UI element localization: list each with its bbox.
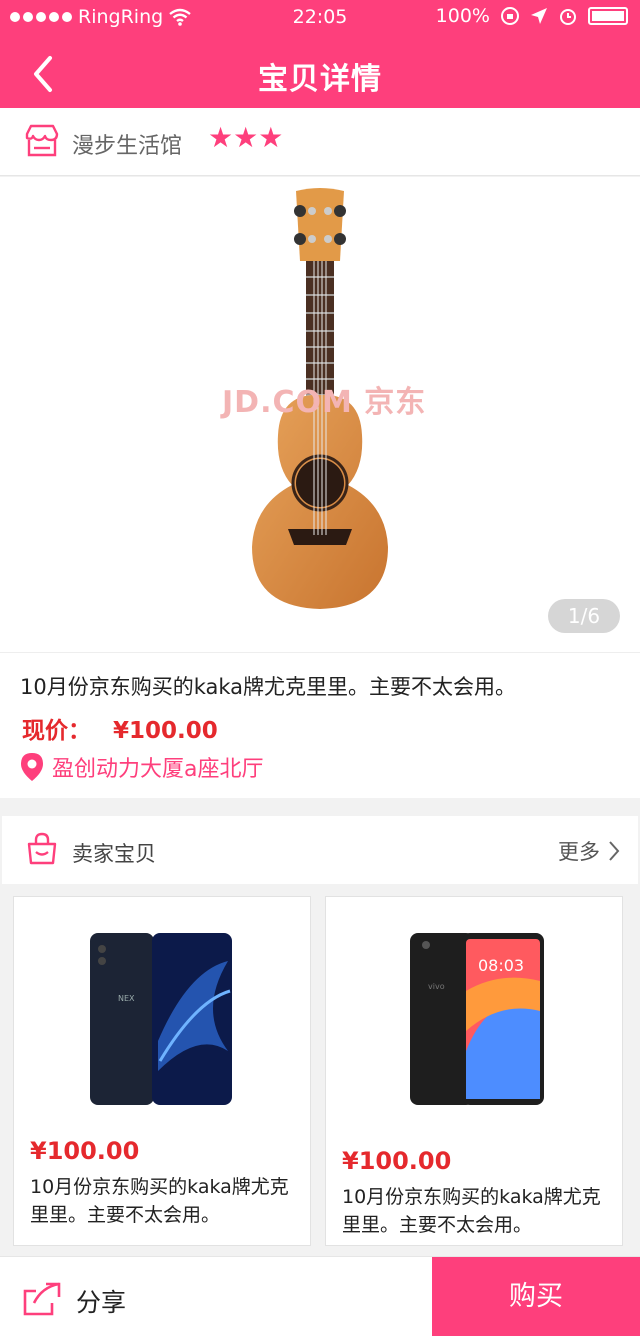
image-pager: 1/6: [548, 599, 620, 633]
shop-row[interactable]: 漫步生活馆 ★★★: [0, 108, 640, 176]
product-price: 现价： ¥100.00: [22, 711, 218, 745]
svg-text:NEX: NEX: [118, 994, 135, 1003]
location-arrow-icon: [531, 8, 547, 24]
shop-rating-stars: ★★★: [208, 121, 284, 154]
alarm-icon: [560, 9, 576, 25]
location-row[interactable]: 盈创动力大厦a座北厅: [20, 751, 263, 783]
card-description: 10月份京东购买的kaka牌尤克里里。主要不太会用。: [30, 1176, 289, 1226]
chevron-right-icon: [609, 841, 620, 861]
page-title: 宝贝详情: [258, 62, 382, 97]
price-value: ¥100.00: [113, 718, 218, 744]
seller-products-title: 卖家宝贝: [72, 842, 156, 866]
battery-icon: [588, 7, 628, 25]
share-label: 分享: [76, 1288, 127, 1317]
more-label: 更多: [558, 840, 600, 864]
product-card[interactable]: NEX ¥100.00 10月份京东购买的kaka牌尤克里里。主要不太会用。: [13, 896, 311, 1246]
share-button[interactable]: 分享: [0, 1257, 432, 1336]
shopping-bag-icon: [27, 832, 57, 865]
seller-products-header: 卖家宝贝 更多: [2, 816, 638, 884]
more-link[interactable]: 更多: [558, 836, 620, 866]
product-card[interactable]: vivo 08:03 ¥100.00 10月份京东购买的kaka牌尤克里里。主要…: [325, 896, 623, 1246]
phone-image-nex: NEX: [90, 933, 232, 1105]
bottom-action-bar: 分享 购买: [0, 1256, 640, 1336]
location-text: 盈创动力大厦a座北厅: [52, 757, 264, 782]
image-watermark: JD.COM 京东: [222, 385, 427, 420]
product-info: 10月份京东购买的kaka牌尤克里里。主要不太会用。 现价： ¥100.00 盈…: [0, 652, 640, 798]
card-price: ¥100.00: [342, 1147, 452, 1175]
phone-image-vivo: vivo 08:03: [410, 933, 544, 1105]
rotation-lock-icon: [501, 7, 519, 25]
battery-percent: 100%: [435, 5, 490, 27]
shop-name: 漫步生活馆: [72, 134, 183, 159]
card-description: 10月份京东购买的kaka牌尤克里里。主要不太会用。: [342, 1186, 601, 1236]
share-icon: [23, 1282, 61, 1316]
product-description: 10月份京东购买的kaka牌尤克里里。主要不太会用。: [20, 675, 517, 699]
price-label: 现价：: [22, 718, 91, 744]
card-price: ¥100.00: [30, 1137, 140, 1165]
product-gallery[interactable]: JD.COM 京东 1/6: [0, 177, 640, 652]
status-bar: RingRing 22:05 100%: [0, 0, 640, 36]
location-pin-icon: [21, 753, 43, 781]
store-icon: [25, 124, 59, 157]
svg-text:08:03: 08:03: [478, 956, 524, 975]
svg-text:vivo: vivo: [428, 982, 445, 991]
buy-button[interactable]: 购买: [432, 1257, 640, 1336]
nav-bar: 宝贝详情: [0, 40, 640, 108]
header-bar: RingRing 22:05 100% 宝贝详情: [0, 0, 640, 108]
